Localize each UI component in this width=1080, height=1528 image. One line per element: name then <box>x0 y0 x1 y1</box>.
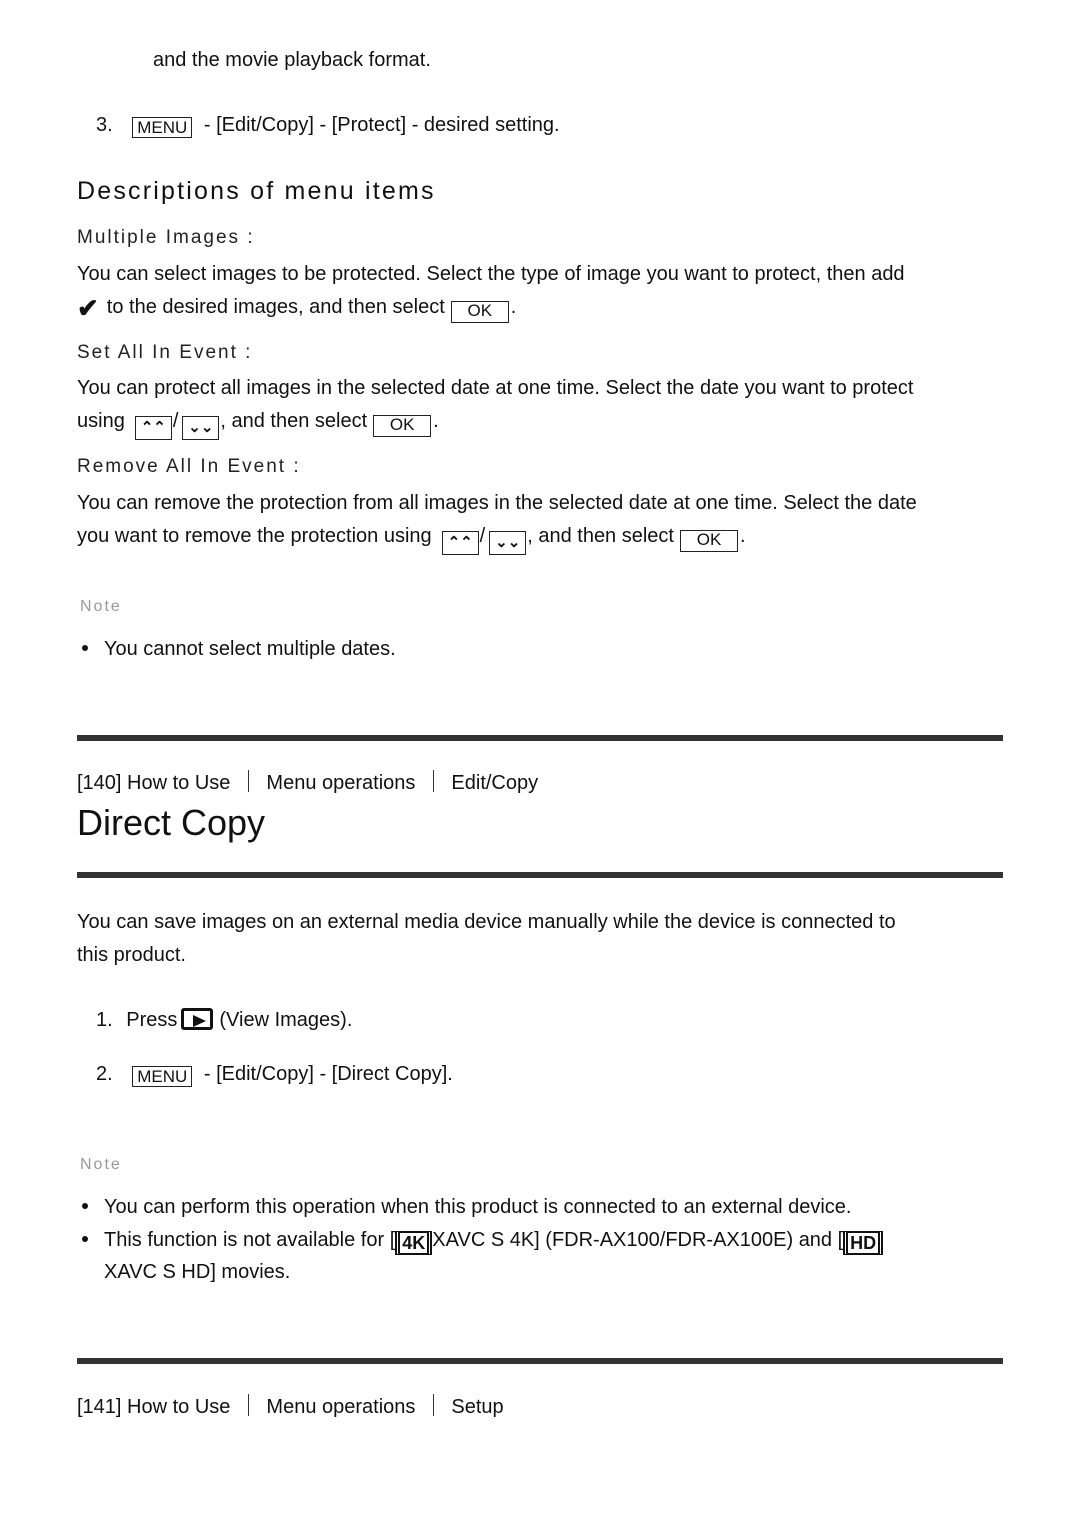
menu-button-icon: MENU <box>132 1066 193 1087</box>
breadcrumb-item[interactable]: [141] How to Use <box>77 1396 230 1418</box>
step-text: - [Edit/Copy] - [Protect] - desired sett… <box>198 114 560 136</box>
item-title-multiple-images: Multiple Images : <box>77 227 255 248</box>
divider <box>77 1358 1003 1364</box>
breadcrumb-item[interactable]: Setup <box>451 1396 503 1418</box>
continuation-text: and the movie playback format. <box>153 49 431 71</box>
item-title-set-all: Set All In Event : <box>77 342 253 363</box>
page-title: Direct Copy <box>77 802 266 843</box>
note-bullet: This function is not available for [4K XA… <box>104 1227 884 1255</box>
bullet-icon <box>82 645 88 651</box>
intro-line: You can save images on an external media… <box>77 911 896 933</box>
xavc-hd-icon: HD <box>843 1231 884 1255</box>
bullet-icon <box>82 1203 88 1209</box>
menu-button-icon: MENU <box>132 117 193 138</box>
bullet-icon <box>82 1236 88 1242</box>
up-arrow-icon: ⌃⌃ <box>134 416 172 440</box>
note-label: Note <box>80 598 122 615</box>
step-3: 3. MENU - [Edit/Copy] - [Protect] - desi… <box>96 112 560 138</box>
up-arrow-icon: ⌃⌃ <box>441 531 479 555</box>
item-desc-line: You can remove the protection from all i… <box>77 492 917 514</box>
xavc-4k-icon: 4K <box>395 1231 433 1255</box>
note-label: Note <box>80 1156 122 1173</box>
down-arrow-icon: ⌄⌄ <box>489 531 527 555</box>
ok-button-icon: OK <box>680 530 738 552</box>
down-arrow-icon: ⌄⌄ <box>182 416 220 440</box>
breadcrumb-item[interactable]: Menu operations <box>266 1396 415 1418</box>
divider <box>77 872 1003 878</box>
divider <box>77 735 1003 741</box>
checkmark-icon: ✔ <box>77 293 99 323</box>
breadcrumb-separator <box>433 770 435 792</box>
note-bullet: You cannot select multiple dates. <box>104 638 396 660</box>
item-desc-line: You can protect all images in the select… <box>77 377 914 399</box>
section-heading: Descriptions of menu items <box>77 177 436 205</box>
step-number: 3. <box>96 114 113 136</box>
note-bullet: You can perform this operation when this… <box>104 1196 852 1218</box>
breadcrumb-item[interactable]: Edit/Copy <box>451 772 538 794</box>
breadcrumb-item[interactable]: [140] How to Use <box>77 772 230 794</box>
step-1: 1. Press (View Images). <box>96 1008 353 1031</box>
item-desc-line: You can select images to be protected. S… <box>77 263 905 285</box>
breadcrumb-item[interactable]: Menu operations <box>266 772 415 794</box>
item-desc-line: ✔ to the desired images, and then select O… <box>77 293 517 323</box>
item-desc-line: using ⌃⌃ / ⌄⌄, and then select OK. <box>77 408 439 440</box>
play-button-icon <box>181 1008 214 1030</box>
breadcrumb-separator <box>248 770 250 792</box>
item-desc-line: you want to remove the protection using ⌃… <box>77 523 746 555</box>
breadcrumb-separator <box>248 1394 250 1416</box>
breadcrumb-separator <box>433 1394 435 1416</box>
step-2: 2. MENU - [Edit/Copy] - [Direct Copy]. <box>96 1063 453 1087</box>
ok-button-icon: OK <box>450 301 509 323</box>
item-title-remove-all: Remove All In Event : <box>77 456 301 477</box>
ok-button-icon: OK <box>373 415 432 437</box>
note-bullet-cont: XAVC S HD] movies. <box>104 1261 291 1283</box>
breadcrumb: [140] How to Use Menu operations Edit/Copy <box>77 770 538 796</box>
breadcrumb: [141] How to Use Menu operations Setup <box>77 1394 504 1420</box>
intro-line: this product. <box>77 944 186 966</box>
